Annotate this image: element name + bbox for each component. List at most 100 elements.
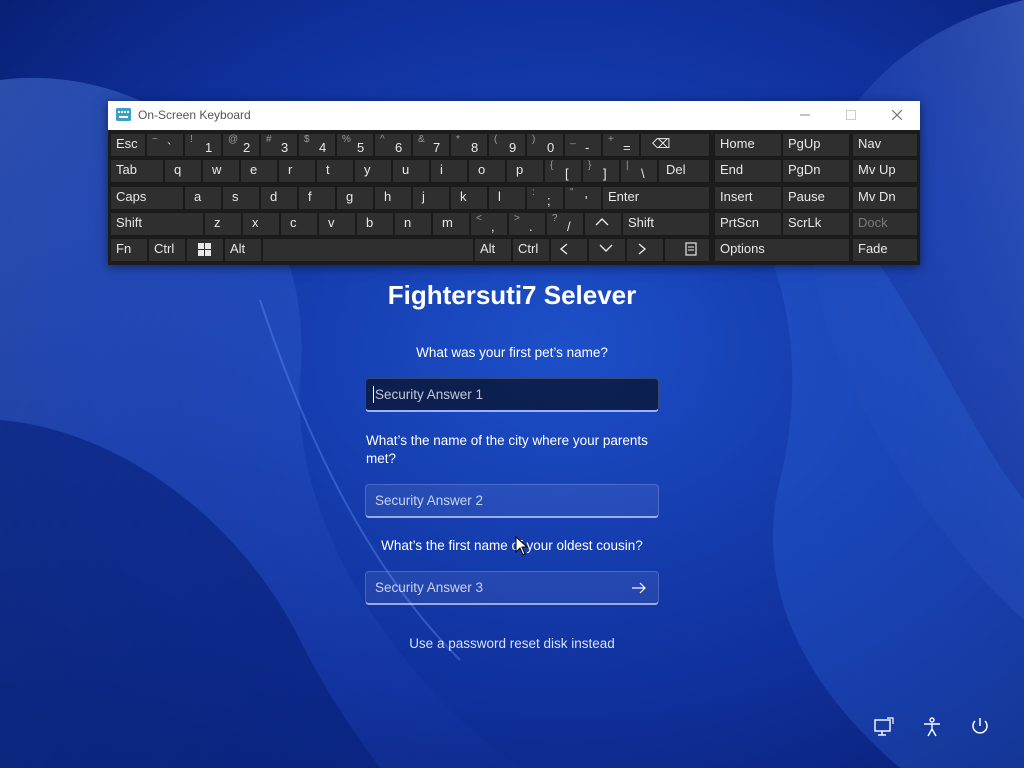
key-tab[interactable]: Tab bbox=[110, 159, 164, 183]
key-left-ctrl[interactable]: Ctrl bbox=[148, 238, 186, 262]
key-end[interactable]: End bbox=[714, 159, 782, 183]
key-f[interactable]: f bbox=[298, 186, 336, 210]
accessibility-button[interactable] bbox=[919, 714, 945, 740]
key-q[interactable]: q bbox=[164, 159, 202, 183]
key-y[interactable]: y bbox=[354, 159, 392, 183]
key-comma[interactable]: <, bbox=[470, 212, 508, 236]
key-mv-up[interactable]: Mv Up bbox=[852, 159, 918, 183]
key-right-bracket[interactable]: }] bbox=[582, 159, 620, 183]
key-left-shift[interactable]: Shift bbox=[110, 212, 204, 236]
key-w[interactable]: w bbox=[202, 159, 240, 183]
key-left-bracket[interactable]: {[ bbox=[544, 159, 582, 183]
key-esc[interactable]: Esc bbox=[110, 133, 146, 157]
key-l[interactable]: l bbox=[488, 186, 526, 210]
key-3[interactable]: #3 bbox=[260, 133, 298, 157]
key-z[interactable]: z bbox=[204, 212, 242, 236]
key-shift-label: @ bbox=[228, 134, 239, 145]
key-pgdn[interactable]: PgDn bbox=[782, 159, 850, 183]
key-o[interactable]: o bbox=[468, 159, 506, 183]
key-scrlk[interactable]: ScrLk bbox=[782, 212, 850, 236]
key-windows[interactable] bbox=[186, 238, 224, 262]
key-down-arrow[interactable] bbox=[588, 238, 626, 262]
key-label: j bbox=[422, 189, 425, 204]
submit-button[interactable] bbox=[628, 577, 650, 599]
key-menu[interactable] bbox=[664, 238, 710, 262]
key-right-alt[interactable]: Alt bbox=[474, 238, 512, 262]
key-i[interactable]: i bbox=[430, 159, 468, 183]
key-quote[interactable]: " ' bbox=[564, 186, 602, 210]
key-a[interactable]: a bbox=[184, 186, 222, 210]
key-2[interactable]: @2 bbox=[222, 133, 260, 157]
key-e[interactable]: e bbox=[240, 159, 278, 183]
key-nav[interactable]: Nav bbox=[852, 133, 918, 157]
key-k[interactable]: k bbox=[450, 186, 488, 210]
key-pgup[interactable]: PgUp bbox=[782, 133, 850, 157]
key-g[interactable]: g bbox=[336, 186, 374, 210]
key-m[interactable]: m bbox=[432, 212, 470, 236]
key-b[interactable]: b bbox=[356, 212, 394, 236]
minimize-button[interactable] bbox=[782, 101, 828, 130]
chevron-left-icon bbox=[559, 243, 568, 255]
key-0[interactable]: ) 0 bbox=[526, 133, 564, 157]
key-n[interactable]: n bbox=[394, 212, 432, 236]
key-j[interactable]: j bbox=[412, 186, 450, 210]
key-1[interactable]: ! 1 bbox=[184, 133, 222, 157]
key-semicolon[interactable]: :; bbox=[526, 186, 564, 210]
security-answer-2-input[interactable] bbox=[365, 484, 659, 518]
key-fn[interactable]: Fn bbox=[110, 238, 148, 262]
maximize-button[interactable] bbox=[828, 101, 874, 130]
key-shift-label: # bbox=[266, 134, 272, 145]
key-p[interactable]: p bbox=[506, 159, 544, 183]
key-space[interactable] bbox=[262, 238, 474, 262]
key-pause[interactable]: Pause bbox=[782, 186, 850, 210]
key-d[interactable]: d bbox=[260, 186, 298, 210]
key-backspace[interactable]: ⌫ bbox=[640, 133, 710, 157]
password-reset-disk-link[interactable]: Use a password reset disk instead bbox=[362, 636, 662, 651]
key-v[interactable]: v bbox=[318, 212, 356, 236]
key-6[interactable]: ^ 6 bbox=[374, 133, 412, 157]
key-prtscn[interactable]: PrtScn bbox=[714, 212, 782, 236]
key-label: Del bbox=[666, 162, 686, 177]
key-enter[interactable]: Enter bbox=[602, 186, 710, 210]
key-r[interactable]: r bbox=[278, 159, 316, 183]
key-label: p bbox=[516, 162, 524, 177]
key-4[interactable]: $4 bbox=[298, 133, 336, 157]
key-label: 2 bbox=[243, 140, 251, 155]
key-backslash[interactable]: | \ bbox=[620, 159, 658, 183]
key-insert[interactable]: Insert bbox=[714, 186, 782, 210]
key-backtick[interactable]: ~ ` bbox=[146, 133, 184, 157]
close-button[interactable] bbox=[874, 101, 920, 130]
key-options[interactable]: Options bbox=[714, 238, 850, 262]
key-8[interactable]: * 8 bbox=[450, 133, 488, 157]
key-up-arrow[interactable] bbox=[584, 212, 622, 236]
key-7[interactable]: & 7 bbox=[412, 133, 450, 157]
osk-title-bar[interactable]: On-Screen Keyboard bbox=[108, 101, 920, 130]
key-left-alt[interactable]: Alt bbox=[224, 238, 262, 262]
key-s[interactable]: s bbox=[222, 186, 260, 210]
key-caps[interactable]: Caps bbox=[110, 186, 184, 210]
key-mv-dn[interactable]: Mv Dn bbox=[852, 186, 918, 210]
security-answer-1-input[interactable] bbox=[365, 378, 659, 412]
network-button[interactable] bbox=[871, 714, 897, 740]
key-right-arrow[interactable] bbox=[626, 238, 664, 262]
key-minus[interactable]: _ - bbox=[564, 133, 602, 157]
key-u[interactable]: u bbox=[392, 159, 430, 183]
key-right-shift[interactable]: Shift bbox=[622, 212, 710, 236]
security-answer-3-input[interactable] bbox=[365, 571, 659, 605]
key-left-arrow[interactable] bbox=[550, 238, 588, 262]
key-del[interactable]: Del bbox=[658, 159, 710, 183]
key-h[interactable]: h bbox=[374, 186, 412, 210]
key-fade[interactable]: Fade bbox=[852, 238, 918, 262]
key-x[interactable]: x bbox=[242, 212, 280, 236]
key-right-ctrl[interactable]: Ctrl bbox=[512, 238, 550, 262]
power-button[interactable] bbox=[967, 714, 993, 740]
key-dock[interactable]: Dock bbox=[852, 212, 918, 236]
key-equal[interactable]: + = bbox=[602, 133, 640, 157]
key-5[interactable]: % 5 bbox=[336, 133, 374, 157]
key-t[interactable]: t bbox=[316, 159, 354, 183]
key-period[interactable]: >. bbox=[508, 212, 546, 236]
key-slash[interactable]: ? / bbox=[546, 212, 584, 236]
key-9[interactable]: (9 bbox=[488, 133, 526, 157]
key-c[interactable]: c bbox=[280, 212, 318, 236]
key-home[interactable]: Home bbox=[714, 133, 782, 157]
